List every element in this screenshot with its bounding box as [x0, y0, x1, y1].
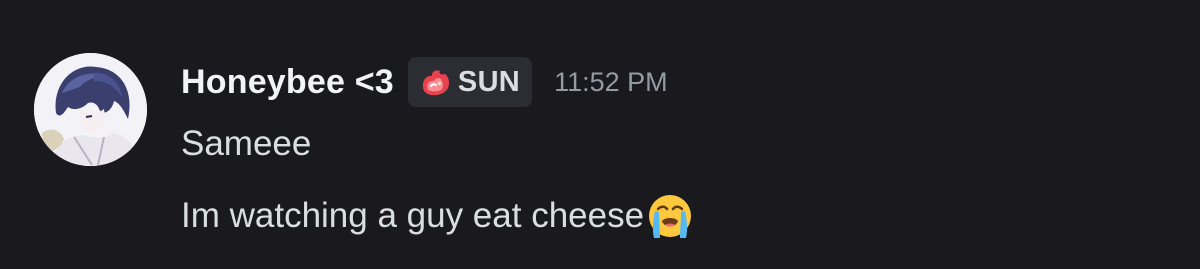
- message-header: Honeybee <3 SUN 11:52 PM: [181, 56, 668, 108]
- red-flame-icon: [422, 70, 449, 96]
- role-tag-label: SUN: [457, 65, 521, 98]
- role-tag[interactable]: SUN: [407, 57, 533, 107]
- avatar-image: [34, 53, 147, 166]
- message-line: Im watching a guy eat cheese: [181, 192, 694, 240]
- username[interactable]: Honeybee <3: [181, 63, 394, 102]
- chat-message: Honeybee <3 SUN 11:52 PM Sameee Im watch…: [0, 0, 1200, 269]
- message-text: Sameee: [181, 124, 312, 163]
- loudly-crying-face-icon: [649, 195, 692, 238]
- message-text: Im watching a guy eat cheese: [181, 196, 645, 235]
- avatar[interactable]: [34, 53, 147, 166]
- timestamp[interactable]: 11:52 PM: [554, 67, 668, 98]
- message-line: Sameee: [181, 124, 311, 164]
